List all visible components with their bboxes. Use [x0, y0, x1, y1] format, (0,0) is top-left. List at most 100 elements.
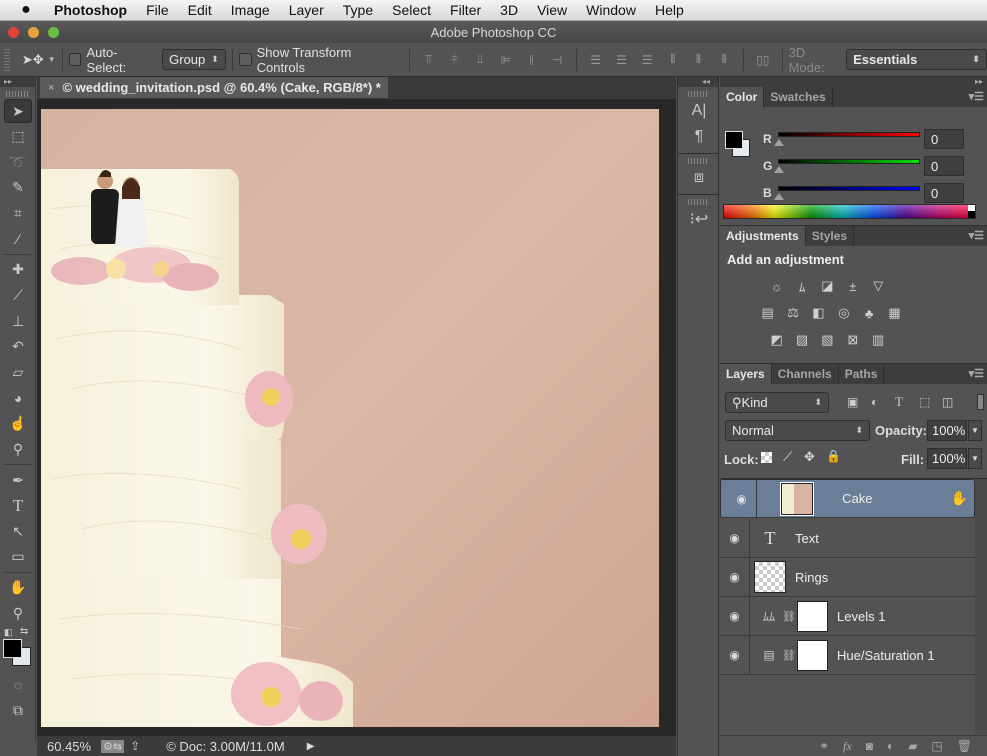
layer-filter-dropdown[interactable]: ⚲Kind ⬍ — [725, 392, 829, 413]
visibility-eye-icon[interactable]: ◉ — [720, 597, 750, 635]
distribute-right-icon[interactable]: ⫴ — [714, 52, 734, 68]
menu-file[interactable]: File — [146, 2, 169, 18]
curves-icon[interactable]: ◪ — [817, 277, 837, 295]
filter-pixel-icon[interactable]: ▣ — [847, 395, 858, 409]
distribute-top-icon[interactable]: ☰ — [586, 52, 606, 68]
swap-colors-icon[interactable]: ⇆ — [20, 626, 28, 637]
quick-mask-icon[interactable]: ◌ — [4, 673, 32, 697]
auto-select-checkbox[interactable] — [68, 53, 82, 66]
link-icon[interactable]: ⛓ — [782, 610, 796, 623]
filter-type-icon[interactable]: T — [895, 394, 903, 410]
proof-icon[interactable]: ⚙⇆ — [101, 739, 125, 753]
zoom-window-button[interactable] — [48, 27, 59, 38]
menu-edit[interactable]: Edit — [188, 2, 212, 18]
color-spectrum-bar[interactable] — [723, 204, 976, 219]
selective-color-icon[interactable]: ⊠ — [843, 331, 863, 349]
hue-saturation-icon[interactable]: ▤ — [758, 304, 778, 322]
new-layer-icon[interactable]: ◳ — [931, 739, 942, 753]
menu-3d[interactable]: 3D — [500, 2, 518, 18]
distribute-vcenter-icon[interactable]: ☰ — [612, 52, 632, 68]
panel-menu-icon[interactable]: ▾☰ — [969, 90, 984, 103]
blend-mode-dropdown[interactable]: Normal ⬍ — [725, 420, 870, 441]
align-bottom-icon[interactable]: ⫫ — [470, 52, 490, 68]
vibrance-icon[interactable]: ▽ — [868, 277, 888, 295]
history-panel-icon[interactable]: ⁝↩ — [685, 207, 713, 231]
tab-channels[interactable]: Channels — [772, 364, 839, 384]
dodge-tool[interactable]: ⚲ — [4, 437, 32, 461]
minimize-window-button[interactable] — [28, 27, 39, 38]
character-panel-icon[interactable]: A| — [685, 99, 713, 123]
paint-bucket-tool[interactable]: ◕ — [4, 386, 32, 410]
collapse-dock-icon[interactable]: ◂◂ — [678, 77, 718, 87]
color-foreground-swatch[interactable] — [725, 131, 743, 149]
layer-row-cake[interactable]: ◉ Cake ✋ — [720, 479, 975, 518]
opacity-input[interactable]: 100% — [927, 420, 967, 441]
filter-toggle[interactable] — [977, 394, 984, 410]
brightness-contrast-icon[interactable]: ☼ — [767, 277, 787, 295]
align-hcenter-icon[interactable]: ⫲ — [522, 52, 542, 68]
dock-grip[interactable] — [688, 158, 708, 164]
menu-image[interactable]: Image — [231, 2, 270, 18]
share-icon[interactable]: ⇪ — [130, 739, 140, 753]
filter-smart-object-icon[interactable]: ◫ — [942, 395, 953, 409]
layers-scrollbar[interactable] — [975, 479, 987, 734]
blue-slider[interactable] — [778, 186, 920, 191]
exposure-icon[interactable]: ± — [843, 277, 863, 295]
healing-brush-tool[interactable]: ✚ — [4, 258, 32, 282]
quick-selection-tool[interactable]: ✎ — [4, 176, 32, 200]
layer-row-text[interactable]: ◉ T Text — [720, 519, 975, 558]
close-tab-icon[interactable]: × — [48, 82, 54, 94]
blue-value[interactable]: 0 — [924, 183, 964, 203]
lock-position-icon[interactable]: ✥ — [804, 449, 815, 465]
tab-paths[interactable]: Paths — [839, 364, 885, 384]
align-right-icon[interactable]: ⊣ — [547, 52, 567, 68]
black-white-icon[interactable]: ◧ — [808, 304, 828, 322]
pen-tool[interactable]: ✒ — [4, 468, 32, 492]
layer-name[interactable]: Rings — [795, 570, 828, 585]
menu-window[interactable]: Window — [586, 2, 636, 18]
marquee-tool[interactable]: ⬚ — [4, 125, 32, 149]
tab-styles[interactable]: Styles — [806, 226, 855, 246]
green-slider-thumb[interactable] — [774, 166, 784, 173]
auto-align-icon[interactable]: ▯▯ — [753, 52, 773, 68]
path-selection-tool[interactable]: ↖ — [4, 519, 32, 543]
opacity-dropdown-arrow[interactable]: ▼ — [968, 420, 982, 441]
default-colors-icon[interactable]: ◧ — [4, 627, 13, 638]
filter-shape-icon[interactable]: ⬚ — [919, 395, 930, 409]
invert-icon[interactable]: ◩ — [767, 331, 787, 349]
type-tool[interactable]: T — [4, 494, 32, 518]
filter-adjustment-icon[interactable]: ◐ — [871, 395, 878, 409]
menu-help[interactable]: Help — [655, 2, 684, 18]
color-balance-icon[interactable]: ⚖ — [783, 304, 803, 322]
fill-input[interactable]: 100% — [927, 448, 967, 469]
layer-mask-thumbnail[interactable] — [797, 600, 828, 632]
status-menu-arrow[interactable]: ▶ — [307, 741, 315, 752]
3d-panel-icon[interactable]: ⧈ — [685, 166, 713, 190]
red-value[interactable]: 0 — [924, 129, 964, 149]
brush-tool[interactable]: ⟋ — [4, 284, 32, 308]
blue-slider-thumb[interactable] — [774, 193, 784, 200]
document-tab[interactable]: × © wedding_invitation.psd @ 60.4% (Cake… — [40, 77, 388, 98]
lock-paint-icon[interactable]: ⟋ — [783, 449, 792, 465]
panel-menu-icon[interactable]: ▾☰ — [969, 367, 984, 380]
screen-mode-icon[interactable]: ⧉ — [4, 699, 32, 723]
red-slider-thumb[interactable] — [774, 139, 784, 146]
smudge-tool[interactable]: ☝ — [4, 412, 32, 436]
spectrum-black[interactable] — [968, 211, 975, 218]
visibility-eye-icon[interactable]: ◉ — [720, 519, 750, 557]
tab-layers[interactable]: Layers — [720, 364, 772, 384]
foreground-color-swatch[interactable] — [3, 639, 22, 659]
rectangle-tool[interactable]: ▭ — [4, 545, 32, 569]
green-value[interactable]: 0 — [924, 156, 964, 176]
visibility-eye-icon[interactable]: ◉ — [720, 636, 750, 674]
menu-layer[interactable]: Layer — [289, 2, 324, 18]
visibility-eye-icon[interactable]: ◉ — [720, 558, 750, 596]
visibility-eye-icon[interactable]: ◉ — [727, 480, 757, 517]
lock-all-icon[interactable]: 🔒 — [826, 449, 841, 463]
link-layers-icon[interactable]: ⚭ — [819, 739, 829, 753]
zoom-level[interactable]: 60.45% — [47, 739, 91, 754]
layer-mask-thumbnail[interactable] — [797, 639, 828, 671]
gradient-map-icon[interactable]: ▥ — [868, 331, 888, 349]
dock-grip[interactable] — [688, 199, 708, 205]
expand-panels-icon[interactable]: ▸▸ — [720, 77, 987, 87]
